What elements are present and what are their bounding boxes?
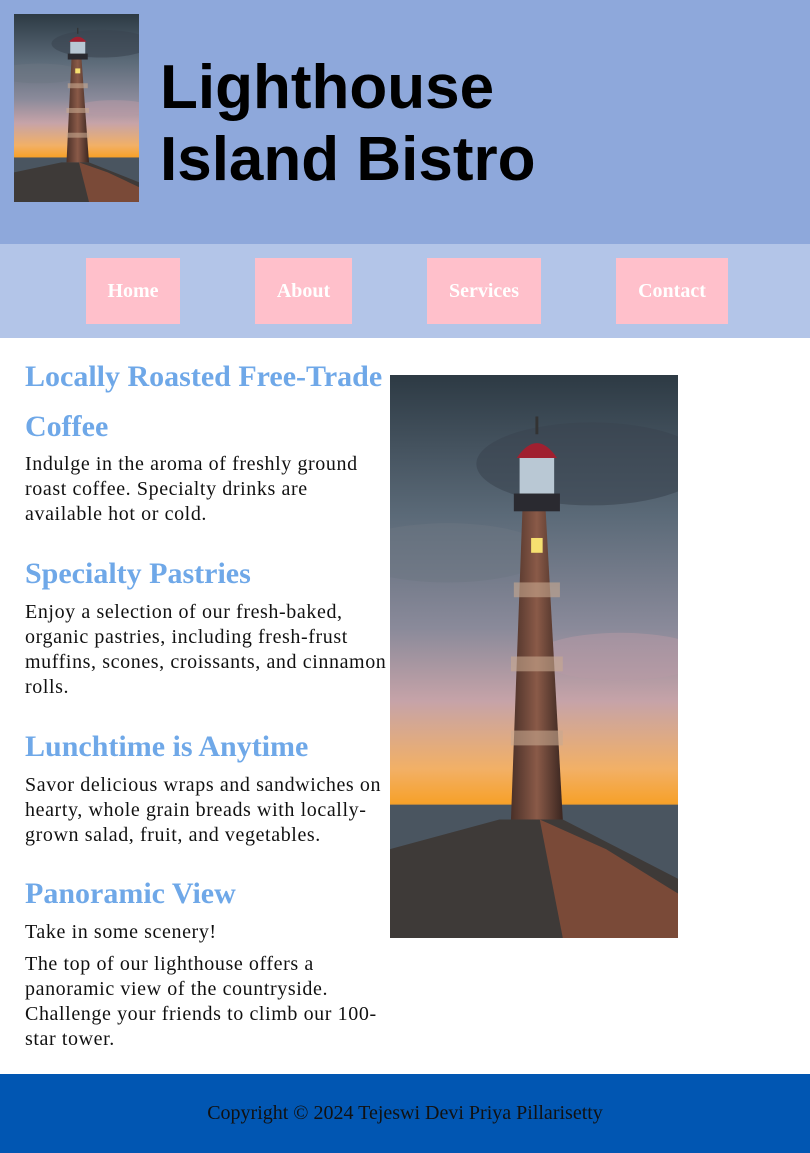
site-title-line-1: Lighthouse — [160, 53, 495, 122]
nav-services-link[interactable]: Services — [427, 258, 541, 324]
section-paragraph: Enjoy a selection of our fresh-baked, or… — [25, 601, 387, 698]
section-heading: Lunchtime is Anytime — [25, 730, 309, 763]
section-pastries: Specialty Pastries Enjoy a selection of … — [25, 556, 387, 700]
nav-home-link[interactable]: Home — [86, 258, 180, 324]
section-heading: Specialty Pastries — [25, 557, 251, 590]
section-panoramic-view: Panoramic View Take in some scenery! The… — [25, 876, 387, 1052]
section-heading: Locally Roasted Free-Trade Coffee — [25, 360, 383, 443]
site-footer: Copyright © 2024 Tejeswi Devi Priya Pill… — [0, 1074, 810, 1153]
lighthouse-photo — [390, 375, 678, 938]
main-content: Locally Roasted Free-Trade Coffee Indulg… — [25, 352, 387, 1052]
main-nav: Home About Services Contact — [0, 244, 810, 338]
section-coffee: Locally Roasted Free-Trade Coffee Indulg… — [25, 352, 387, 527]
nav-contact-link[interactable]: Contact — [616, 258, 728, 324]
lighthouse-logo-image — [14, 14, 139, 202]
copyright-text: Copyright © 2024 Tejeswi Devi Priya Pill… — [207, 1102, 603, 1124]
site-title-line-2: Island Bistro — [160, 125, 536, 194]
section-paragraph: Indulge in the aroma of freshly ground r… — [25, 453, 358, 525]
section-heading: Panoramic View — [25, 877, 236, 910]
section-paragraph: Savor delicious wraps and sandwiches on … — [25, 774, 382, 846]
site-header: Lighthouse Island Bistro — [0, 0, 810, 244]
nav-about-link[interactable]: About — [255, 258, 352, 324]
section-paragraph: The top of our lighthouse offers a panor… — [25, 953, 377, 1050]
site-title: Lighthouse Island Bistro — [160, 52, 536, 196]
section-lunch: Lunchtime is Anytime Savor delicious wra… — [25, 729, 387, 848]
section-paragraph: Take in some scenery! — [25, 921, 217, 943]
